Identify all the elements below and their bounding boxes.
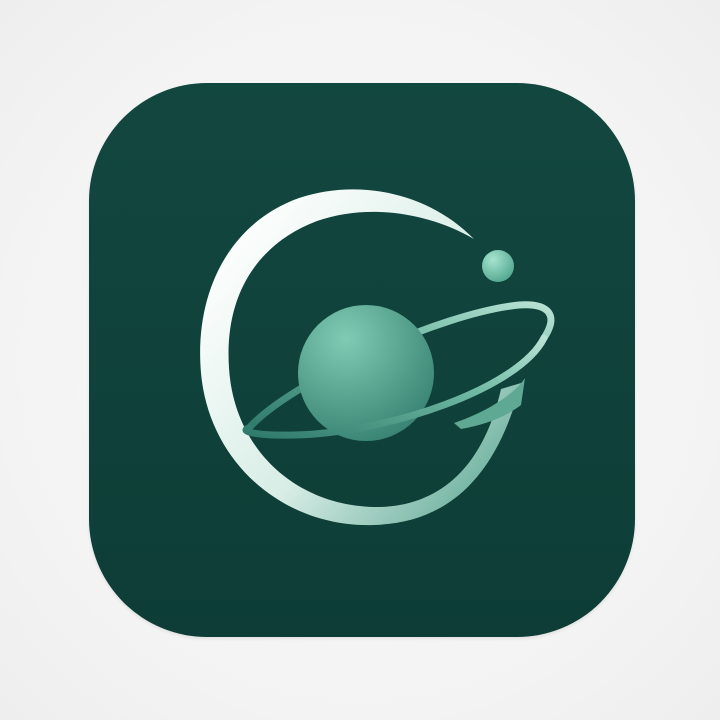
app-icon[interactable] (89, 83, 635, 637)
canvas (0, 0, 720, 720)
moon (482, 250, 514, 282)
app-icon-artwork (89, 83, 635, 637)
planet (298, 305, 434, 441)
